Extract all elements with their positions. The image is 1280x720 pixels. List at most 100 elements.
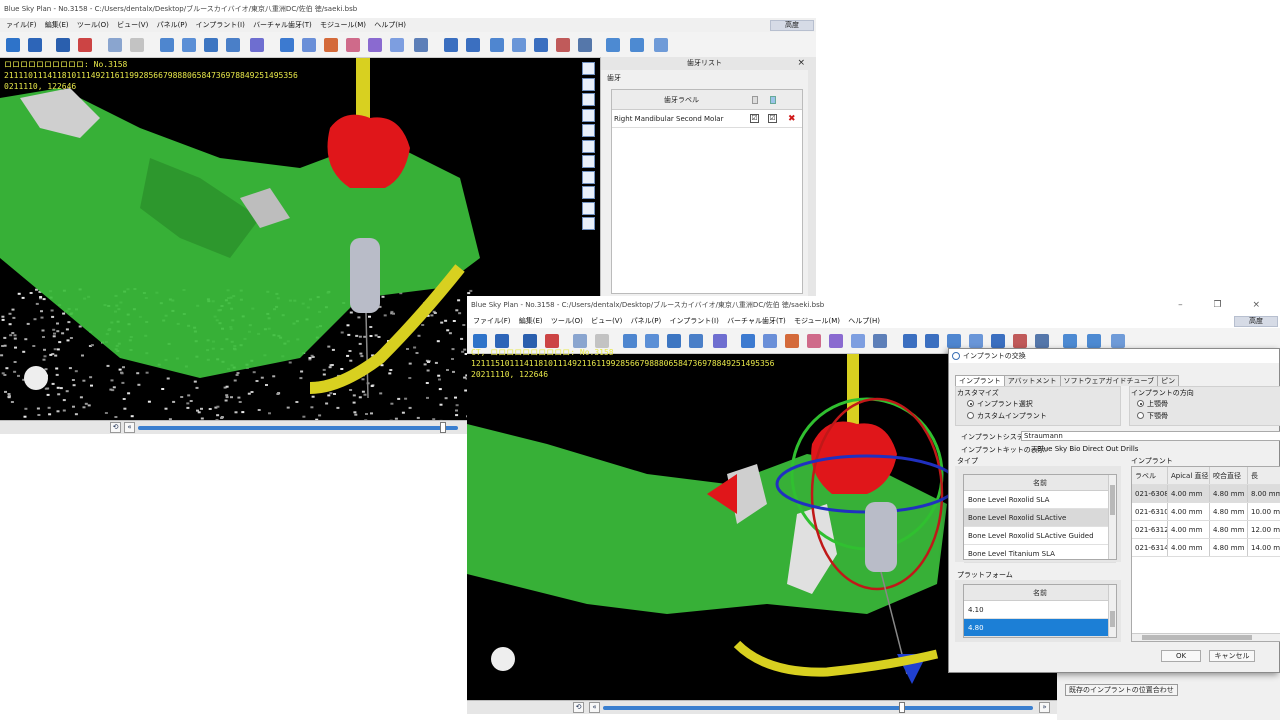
implant-table-hscroll[interactable] [1132,633,1280,641]
guide-icon[interactable] [947,334,961,348]
maxilla-radio[interactable] [1137,400,1144,407]
draw-icon[interactable] [763,334,777,348]
view-bottom-icon[interactable] [582,108,595,122]
panel-scrollbar[interactable] [808,57,816,297]
settings-icon[interactable] [414,38,428,52]
slider-prev-button[interactable]: « [124,422,135,433]
ok-button[interactable]: OK [1161,650,1201,662]
menu-module[interactable]: モジュール(M) [320,21,366,29]
table-row[interactable]: 021-6312 4.00 mm 4.80 mm 12.00 mm [1132,521,1280,539]
cancel-button[interactable]: キャンセル [1209,650,1255,662]
platform-list[interactable]: 名前 4.10 4.80 [963,584,1117,638]
align-existing-implant-button[interactable]: 既存のインプラントの位置合わせ [1065,684,1178,696]
slider-first-button[interactable]: ⟲ [110,422,121,433]
sleeve-icon[interactable] [534,38,548,52]
close-file-icon[interactable] [545,334,559,348]
menu-implant[interactable]: インプラント(I) [196,21,245,29]
list-item[interactable]: Bone Level Roxolid SLActive Guided [964,527,1116,545]
slider-thumb[interactable] [440,422,446,433]
slider-thumb[interactable] [899,702,905,713]
menu-view[interactable]: ビュー(V) [117,21,148,29]
menu-virtual-tooth[interactable]: バーチャル歯牙(T) [253,21,312,29]
menu-view[interactable]: ビュー(V) [591,317,622,325]
import-icon[interactable] [495,334,509,348]
volume-icon[interactable] [204,38,218,52]
close-icon[interactable]: × [797,57,805,70]
cut-icon[interactable] [630,38,644,52]
list-item[interactable]: Bone Level Titanium SLA [964,545,1116,563]
menu-tools[interactable]: ツール(O) [77,21,109,29]
undo-icon[interactable] [573,334,587,348]
tab-guide-tube[interactable]: ソフトウェアガイドチューブ [1059,375,1159,386]
grid-icon[interactable] [582,170,595,184]
menu-file[interactable]: ァイル(F) [6,21,37,29]
curve-icon[interactable] [368,38,382,52]
table-row[interactable]: 021-6308 4.00 mm 4.80 mm 8.00 mm [1132,485,1280,503]
sleeve-icon[interactable] [991,334,1005,348]
tooth-lock-checkbox[interactable]: ☑ [768,114,777,123]
pin-icon[interactable] [807,334,821,348]
library-icon[interactable] [1013,334,1027,348]
slider-track[interactable] [603,706,1033,710]
angle-icon[interactable] [1111,334,1125,348]
pin-icon[interactable] [346,38,360,52]
view-front-icon[interactable] [582,62,595,75]
layer-icon[interactable] [582,201,595,215]
slider-prev-button[interactable]: « [589,702,600,713]
panoramic-icon[interactable] [645,334,659,348]
cut-icon[interactable] [1087,334,1101,348]
menu-panel[interactable]: パネル(P) [157,21,188,29]
list-item[interactable]: 4.80 [964,619,1116,637]
type-scrollbar[interactable] [1108,475,1116,559]
list-item[interactable]: Bone Level Roxolid SLActive [964,509,1116,527]
arrow-tool-icon[interactable] [324,38,338,52]
open-icon[interactable] [6,38,20,52]
implant-icon[interactable] [444,38,458,52]
slice-view-icon[interactable] [582,186,595,199]
menu-edit[interactable]: 編集(E) [519,317,543,325]
measure-icon[interactable] [250,38,264,52]
window-controls[interactable]: – ❐ × [1178,296,1274,314]
nerve-icon[interactable] [741,334,755,348]
open-icon[interactable] [473,334,487,348]
close-file-icon[interactable] [78,38,92,52]
delete-icon[interactable]: ✖ [788,110,796,128]
tooth-icon[interactable] [969,334,983,348]
curve-icon[interactable] [829,334,843,348]
guide-icon[interactable] [490,38,504,52]
nerve-icon[interactable] [280,38,294,52]
library-icon[interactable] [556,38,570,52]
implant-select-radio[interactable] [967,400,974,407]
edit-icon[interactable] [390,38,404,52]
face-icon[interactable] [582,124,595,137]
abutment-icon[interactable] [925,334,939,348]
tab-abutment[interactable]: アバットメント [1003,375,1061,386]
angle-icon[interactable] [654,38,668,52]
camera-icon[interactable] [582,217,595,230]
menu-virtual-tooth[interactable]: バーチャル歯牙(T) [727,317,786,325]
import-icon[interactable] [28,38,42,52]
implant-icon[interactable] [903,334,917,348]
menu-implant[interactable]: インプラント(I) [670,317,719,325]
slider-track[interactable] [138,426,458,430]
volume-icon[interactable] [667,334,681,348]
table-row[interactable]: Right Mandibular Second Molar ☑ ☑ ✖ [612,110,802,128]
edit-icon[interactable] [851,334,865,348]
redo-icon[interactable] [130,38,144,52]
undo-icon[interactable] [108,38,122,52]
menu-tools[interactable]: ツール(O) [551,317,583,325]
surface-icon[interactable] [1063,334,1077,348]
list-item[interactable]: Bone Level Roxolid SLA [964,491,1116,509]
menu-panel[interactable]: パネル(P) [631,317,662,325]
zoom-icon[interactable] [689,334,703,348]
tab-implant[interactable]: インプラント [955,375,1005,386]
save-icon[interactable] [523,334,537,348]
level-button[interactable]: 高度 [1234,316,1278,327]
surface-icon[interactable] [606,38,620,52]
triangle-icon[interactable] [582,155,595,168]
slider-first-button[interactable]: ⟲ [573,702,584,713]
system-field[interactable]: Straumann [1021,431,1280,441]
settings-icon[interactable] [873,334,887,348]
tooth-icon[interactable] [512,38,526,52]
slice-icon[interactable] [160,38,174,52]
